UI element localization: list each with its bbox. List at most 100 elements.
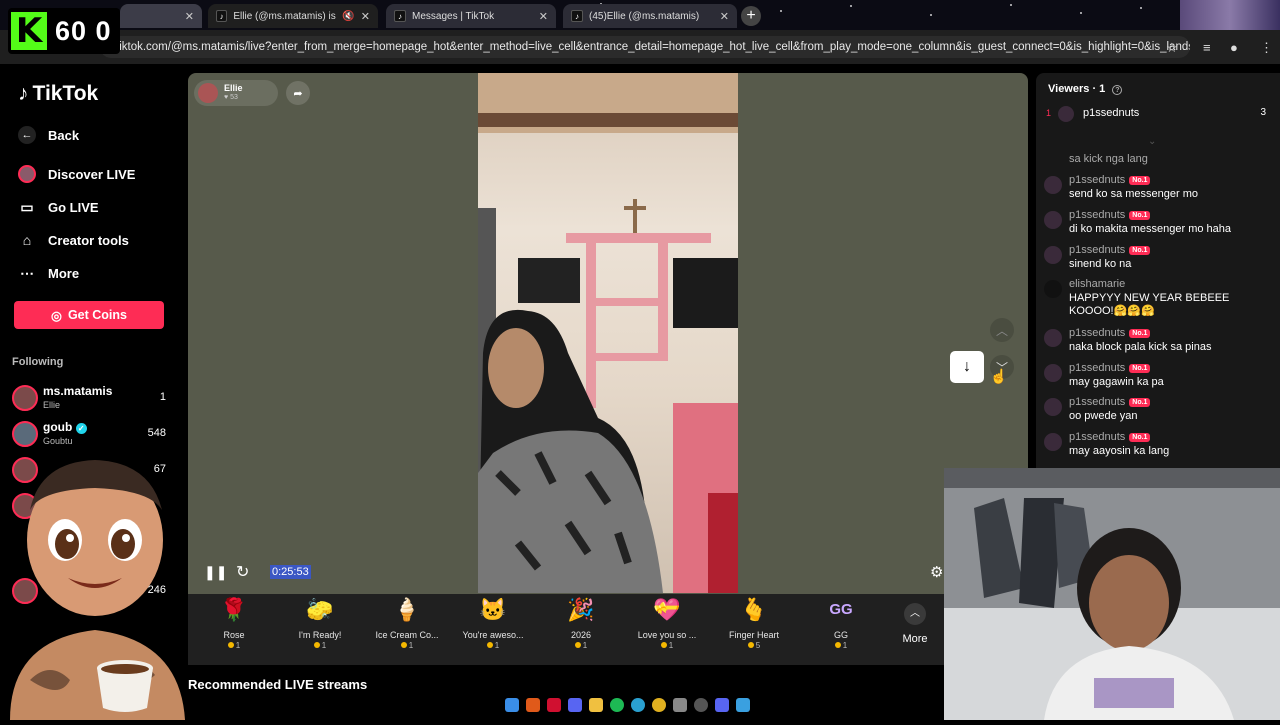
tiktok-favicon-icon: ♪ xyxy=(394,10,406,22)
profile-icon[interactable]: ● xyxy=(1230,40,1238,55)
share-button[interactable]: ➦ xyxy=(286,81,310,105)
arrow-left-icon: ← xyxy=(18,126,36,144)
host-avatar xyxy=(198,83,218,103)
browser-icon[interactable] xyxy=(631,698,645,712)
avatar xyxy=(1044,364,1062,382)
browser-tab[interactable]: ♪ (45)Ellie (@ms.matamis) | TikTok ✕ xyxy=(563,4,737,28)
gg-icon: GG xyxy=(829,601,853,618)
coin-icon xyxy=(227,642,234,648)
chevron-up-icon: ︿ xyxy=(904,603,926,625)
media-icon[interactable]: ≡ xyxy=(1203,40,1211,55)
close-tab-icon[interactable]: ✕ xyxy=(539,10,548,23)
chrome-icon[interactable] xyxy=(652,698,666,712)
previous-live-button[interactable]: ︿ xyxy=(990,318,1014,342)
avatar xyxy=(1044,329,1062,347)
live-video-frame[interactable] xyxy=(478,73,738,593)
tiktok-logo[interactable]: ♪ TikTok xyxy=(18,82,98,106)
avatar xyxy=(1044,176,1062,194)
recommended-heading: Recommended LIVE streams xyxy=(188,677,368,692)
avatar xyxy=(1044,246,1062,264)
app-icon[interactable] xyxy=(694,698,708,712)
gift-love-you[interactable]: 💝 Love you so ... 1 xyxy=(627,596,707,650)
app-icon[interactable] xyxy=(526,698,540,712)
gear-icon: ⚙ xyxy=(930,564,944,581)
scroll-to-latest-button[interactable]: ↓ xyxy=(950,351,984,383)
bookmark-star-icon[interactable]: ☆ xyxy=(1166,40,1178,56)
gift-gg[interactable]: GG GG 1 xyxy=(801,596,881,650)
more-gifts-button[interactable]: ︿ More xyxy=(896,603,934,645)
gift-ice-cream[interactable]: 🍦 Ice Cream Co... 1 xyxy=(367,596,447,650)
settings-button[interactable]: ⚙ xyxy=(930,563,943,581)
get-coins-button[interactable]: ◎ Get Coins xyxy=(14,301,164,329)
coin-icon xyxy=(486,642,493,648)
tiktok-favicon-icon: ♪ xyxy=(571,10,583,22)
mute-icon[interactable]: 🔇 xyxy=(342,11,354,22)
nav-go-live[interactable]: ▭ Go LIVE xyxy=(18,198,98,216)
browser-tab[interactable]: ♪ Messages | TikTok ✕ xyxy=(386,4,556,28)
coin-icon xyxy=(574,642,581,648)
viewer-row[interactable]: 1 p1ssednuts 3 xyxy=(1046,106,1266,124)
rank-badge: No.1 xyxy=(1129,246,1151,255)
avatar xyxy=(1044,433,1062,451)
coin-icon: ◎ xyxy=(51,308,62,323)
gift-finger-heart[interactable]: 🫰 Finger Heart 5 xyxy=(714,596,794,650)
browser-tab[interactable]: ✕ xyxy=(120,4,202,28)
rank-badge: No.1 xyxy=(1129,398,1151,407)
finger-heart-icon: 🫰 xyxy=(740,597,768,622)
streamer-webcam xyxy=(944,468,1280,720)
spotify-icon[interactable] xyxy=(610,698,624,712)
pause-button[interactable]: ❚❚ xyxy=(204,564,227,581)
kick-viewer-overlay: K 60 0 xyxy=(8,8,120,54)
folder-icon[interactable] xyxy=(589,698,603,712)
rank-badge: No.1 xyxy=(1129,176,1151,185)
close-tab-icon[interactable]: ✕ xyxy=(361,10,370,23)
coin-icon xyxy=(400,642,407,648)
pause-icon: ❚❚ xyxy=(204,564,228,580)
2026-icon: 🎉 xyxy=(567,597,595,622)
gift-im-ready[interactable]: 🧽 I'm Ready! 1 xyxy=(280,596,360,650)
heart-icon: 💝 xyxy=(653,597,681,622)
avatar xyxy=(1058,106,1074,122)
new-tab-button[interactable]: + xyxy=(741,6,761,26)
back-button[interactable]: ← Back xyxy=(18,126,79,144)
live-avatar-icon xyxy=(18,165,36,183)
vtuber-avatar-image xyxy=(0,440,190,720)
coin-icon xyxy=(834,642,841,648)
app-icon[interactable] xyxy=(736,698,750,712)
close-tab-icon[interactable]: ✕ xyxy=(185,10,194,23)
coin-icon xyxy=(313,642,320,648)
kick-viewer-count: 60 0 xyxy=(55,15,112,46)
host-name: Ellie xyxy=(224,83,243,93)
app-icon[interactable] xyxy=(547,698,561,712)
gift-youre-awesome[interactable]: 🐱 You're aweso... 1 xyxy=(453,596,533,650)
reload-button[interactable]: ↻ xyxy=(236,562,249,582)
webcam-image xyxy=(944,468,1280,720)
gift-2026[interactable]: 🎉 2026 1 xyxy=(541,596,621,650)
avatar xyxy=(1044,398,1062,416)
windows-start-icon[interactable] xyxy=(505,698,519,712)
verified-icon: ✓ xyxy=(75,423,87,434)
house-icon: ⌂ xyxy=(22,232,32,248)
url-field[interactable]: tiktok.com/@ms.matamis/live?enter_from_m… xyxy=(100,36,1190,58)
following-item[interactable]: ms.matamis Ellie 1 xyxy=(12,383,172,413)
gift-rose[interactable]: 🌹 Rose 1 xyxy=(194,596,274,650)
refresh-icon: ↻ xyxy=(236,564,250,581)
coin-icon xyxy=(747,642,754,648)
close-tab-icon[interactable]: ✕ xyxy=(720,10,729,23)
nav-more[interactable]: ⋯ More xyxy=(18,264,79,282)
browser-tab-active[interactable]: ♪ Ellie (@ms.matamis) is LIVE - 🔇 ✕ xyxy=(208,4,378,28)
chevron-down-icon: ⌄ xyxy=(1148,136,1157,147)
menu-icon[interactable]: ⋮ xyxy=(1260,40,1273,56)
video-scene-image xyxy=(478,73,738,593)
discord-icon[interactable] xyxy=(568,698,582,712)
sponge-icon: 🧽 xyxy=(306,597,334,622)
help-icon[interactable]: ? xyxy=(1112,85,1123,95)
app-icon[interactable] xyxy=(673,698,687,712)
kick-logo-icon: K xyxy=(11,11,47,51)
nav-creator-tools[interactable]: ⌂ Creator tools xyxy=(18,231,129,249)
arrow-down-icon: ↓ xyxy=(963,358,971,375)
rank-badge: No.1 xyxy=(1129,329,1151,338)
dots-icon: ⋯ xyxy=(20,264,34,281)
nav-discover-live[interactable]: Discover LIVE xyxy=(18,165,135,183)
discord-icon[interactable] xyxy=(715,698,729,712)
